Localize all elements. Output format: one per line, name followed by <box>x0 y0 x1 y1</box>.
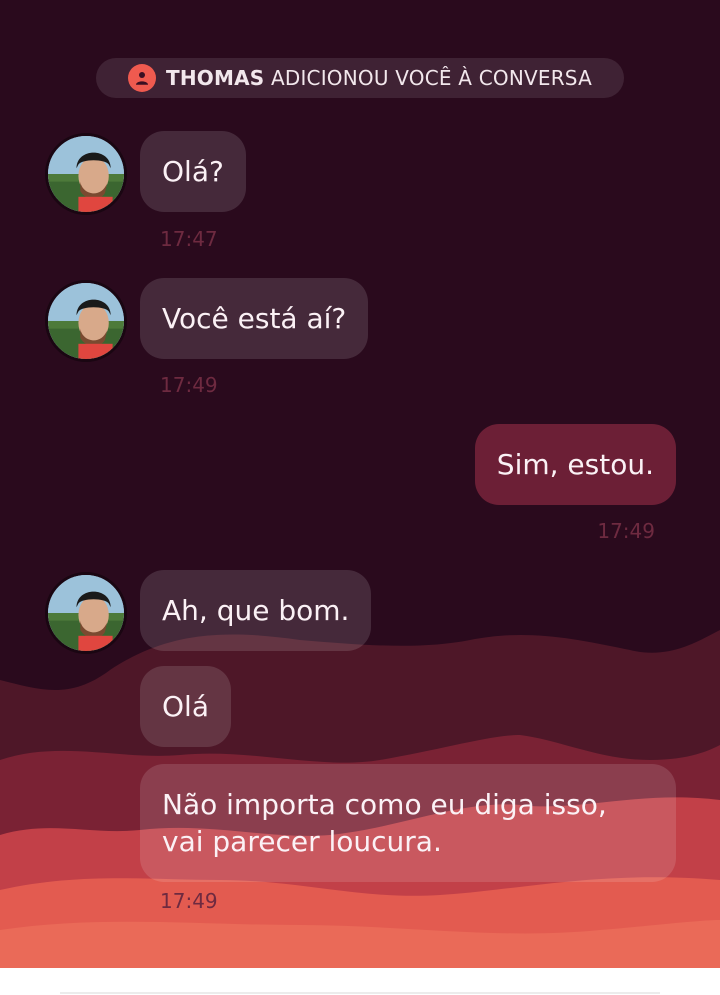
message-bubble[interactable]: Você está aí? <box>140 278 369 359</box>
divider <box>60 992 660 994</box>
avatar[interactable] <box>45 280 127 362</box>
message-bubble[interactable]: Ah, que bom. <box>140 570 372 651</box>
avatar[interactable] <box>45 572 127 654</box>
composer-area <box>0 968 720 995</box>
message-time: 17:47 <box>160 227 218 251</box>
message-bubble[interactable]: Olá <box>140 666 231 747</box>
message-line: vai parecer loucura. <box>162 825 442 858</box>
message-bubble[interactable]: Não importa como eu diga isso, vai parec… <box>140 764 676 882</box>
system-notice-text: THOMAS ADICIONOU VOCÊ À CONVERSA <box>166 66 592 90</box>
user-icon <box>128 64 157 92</box>
system-notice-name: THOMAS <box>166 66 265 90</box>
message-bubble[interactable]: Olá? <box>140 131 246 212</box>
avatar[interactable] <box>45 133 127 215</box>
system-notice: THOMAS ADICIONOU VOCÊ À CONVERSA <box>96 58 624 98</box>
message-line: Não importa como eu diga isso, <box>162 788 607 821</box>
system-notice-message: ADICIONOU VOCÊ À CONVERSA <box>264 66 592 90</box>
message-time: 17:49 <box>160 373 218 397</box>
message-time: 17:49 <box>160 889 218 913</box>
message-bubble-outgoing[interactable]: Sim, estou. <box>474 424 676 505</box>
message-time: 17:49 <box>597 519 655 543</box>
